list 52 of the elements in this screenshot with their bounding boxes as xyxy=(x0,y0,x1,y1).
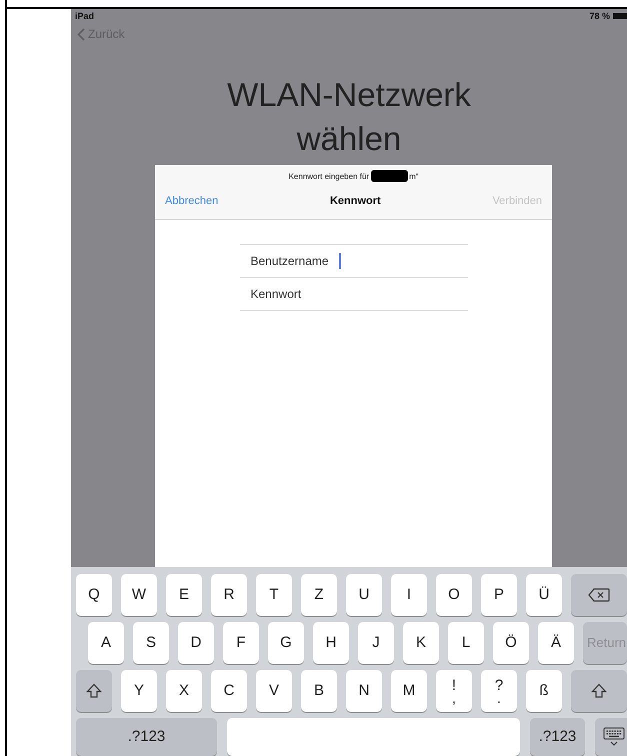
keyboard-key[interactable]: A xyxy=(88,622,124,664)
chevron-left-icon xyxy=(77,28,85,40)
keyboard-key[interactable]: W xyxy=(121,574,157,616)
delete-key[interactable] xyxy=(571,574,627,616)
keyboard-key[interactable]: J xyxy=(358,622,394,664)
device-name: iPad xyxy=(75,11,94,21)
keyboard-key[interactable]: Y xyxy=(121,670,157,712)
battery-icon xyxy=(613,13,627,19)
shift-icon xyxy=(591,683,607,699)
input-field[interactable]: Benutzername xyxy=(250,254,337,268)
keyboard-key[interactable]: I xyxy=(391,574,427,616)
keyboard-key[interactable]: P xyxy=(481,574,517,616)
keyboard-key[interactable]: M xyxy=(391,670,427,712)
keyboard-key[interactable]: ? . xyxy=(481,670,517,712)
numbers-key[interactable]: .?123 xyxy=(76,718,217,756)
keyboard-key[interactable]: B xyxy=(301,670,337,712)
keyboard-key[interactable]: U xyxy=(346,574,382,616)
keyboard-key[interactable]: Z xyxy=(301,574,337,616)
prompt-text: Kennwort eingeben für xyxy=(288,172,370,180)
keyboard-key[interactable]: X xyxy=(166,670,202,712)
keyboard-key[interactable]: D xyxy=(178,622,214,664)
shift-icon xyxy=(86,683,102,699)
keyboard-key[interactable]: R xyxy=(211,574,247,616)
keyboard-key[interactable]: Ä xyxy=(538,622,574,664)
page-title: WLAN-Netzwerk xyxy=(227,75,471,115)
hide-keyboard-key[interactable] xyxy=(595,718,627,756)
keyboard-key[interactable]: Ü xyxy=(526,574,562,616)
keyboard-key[interactable]: G xyxy=(268,622,304,664)
prompt-text: m“ xyxy=(409,172,418,180)
keyboard-key[interactable]: S xyxy=(133,622,169,664)
keyboard-key[interactable]: T xyxy=(256,574,292,616)
keyboard-key[interactable]: C xyxy=(211,670,247,712)
keyboard-key[interactable]: ß xyxy=(526,670,562,712)
keyboard-key[interactable]: L xyxy=(448,622,484,664)
page-title: wählen xyxy=(296,119,402,159)
keyboard-key[interactable]: Q xyxy=(76,574,112,616)
keyboard-key[interactable]: E xyxy=(166,574,202,616)
keyboard-key[interactable]: O xyxy=(436,574,472,616)
keyboard-key[interactable]: K xyxy=(403,622,439,664)
keyboard-key[interactable]: N xyxy=(346,670,382,712)
shift-key[interactable] xyxy=(76,670,112,712)
dialog-title: Kennwort xyxy=(330,195,381,207)
keyboard-key[interactable]: Ö xyxy=(493,622,529,664)
keyboard-key[interactable]: V xyxy=(256,670,292,712)
numbers-key[interactable]: .?123 xyxy=(530,718,585,756)
backspace-icon xyxy=(588,588,610,602)
battery-percent: 78 % xyxy=(589,11,610,21)
keyboard-key[interactable]: F xyxy=(223,622,259,664)
keyboard-hide-icon xyxy=(603,727,625,747)
keyboard-key[interactable]: H xyxy=(313,622,349,664)
input-field[interactable]: Kennwort xyxy=(250,287,308,301)
keyboard-key[interactable]: ! , xyxy=(436,670,472,712)
